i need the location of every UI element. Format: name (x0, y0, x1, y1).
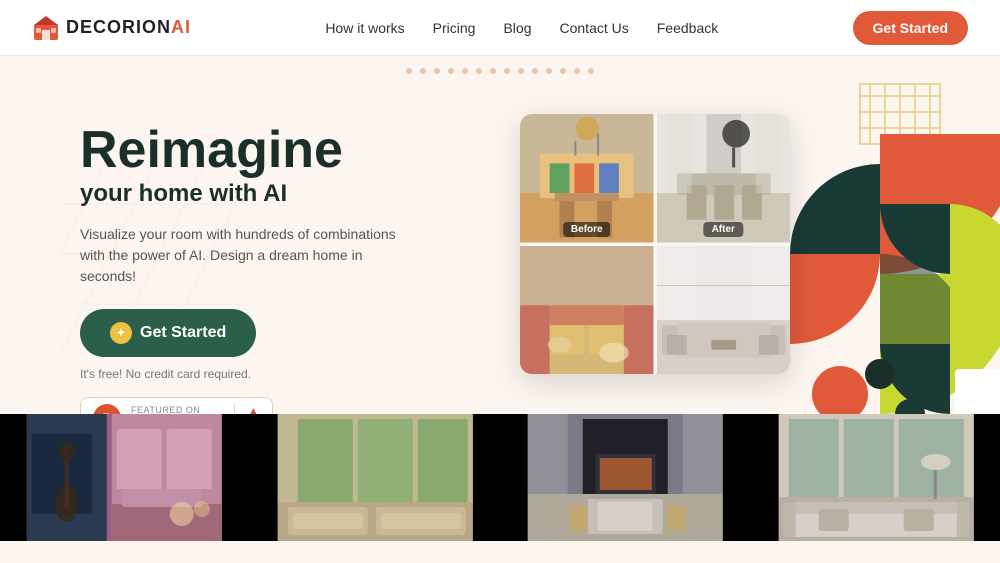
hero-subtitle: your home with AI (80, 180, 500, 208)
bottom-gallery (0, 414, 1000, 541)
before-image-top: Before (520, 114, 654, 243)
navbar: DECORIONAI How it works Pricing Blog Con… (0, 0, 1000, 56)
hero-cta-button[interactable]: ✦ Get Started (80, 309, 256, 357)
product-hunt-icon: P (93, 404, 121, 414)
ph-arrow-icon: ▲ (247, 404, 259, 414)
before-after-grid: Before After (520, 114, 790, 374)
nav-how-it-works[interactable]: How it works (325, 20, 404, 36)
gallery-item-2 (249, 414, 500, 541)
logo[interactable]: DECORIONAI (32, 14, 191, 42)
gallery-item-3 (499, 414, 750, 541)
gallery-room-4 (752, 414, 1000, 541)
room-before-bottom-svg (520, 246, 654, 375)
after-image-bottom (657, 246, 791, 375)
product-hunt-text: FEATURED ON Product Hunt (131, 405, 220, 414)
nav-cta-button[interactable]: Get Started (853, 11, 968, 45)
cta-icon-circle: ✦ (110, 322, 132, 344)
ph-featured-label: FEATURED ON (131, 405, 220, 414)
brand-name: DECORIONAI (66, 17, 191, 38)
hero-section: Reimagine your home with AI Visualize yo… (0, 74, 1000, 414)
nav-blog[interactable]: Blog (503, 20, 531, 36)
after-label: After (704, 222, 743, 237)
hero-description: Visualize your room with hundreds of com… (80, 224, 400, 287)
nav-pricing[interactable]: Pricing (433, 20, 476, 36)
before-image-bottom (520, 246, 654, 375)
before-label: Before (563, 222, 611, 237)
gallery-room-3 (501, 414, 750, 541)
hero-left-content: Reimagine your home with AI Visualize yo… (80, 104, 500, 414)
nav-feedback[interactable]: Feedback (657, 20, 718, 36)
nav-links: How it works Pricing Blog Contact Us Fee… (325, 20, 718, 36)
gallery-room-2 (251, 414, 500, 541)
hero-title: Reimagine (80, 124, 500, 176)
logo-icon (32, 14, 60, 42)
room-after-bottom-svg (657, 246, 791, 375)
gallery-item-1 (0, 414, 249, 541)
hero-room-images: Before After (520, 114, 800, 374)
free-text: It's free! No credit card required. (80, 367, 500, 381)
gallery-room-1 (0, 414, 249, 541)
gallery-item-4 (750, 414, 1000, 541)
product-hunt-badge[interactable]: P FEATURED ON Product Hunt ▲ 59 (80, 397, 273, 414)
ph-vote-count: ▲ 59 (234, 404, 260, 414)
nav-contact[interactable]: Contact Us (560, 20, 629, 36)
after-image-top: After (657, 114, 791, 243)
dots-decoration (0, 56, 1000, 74)
